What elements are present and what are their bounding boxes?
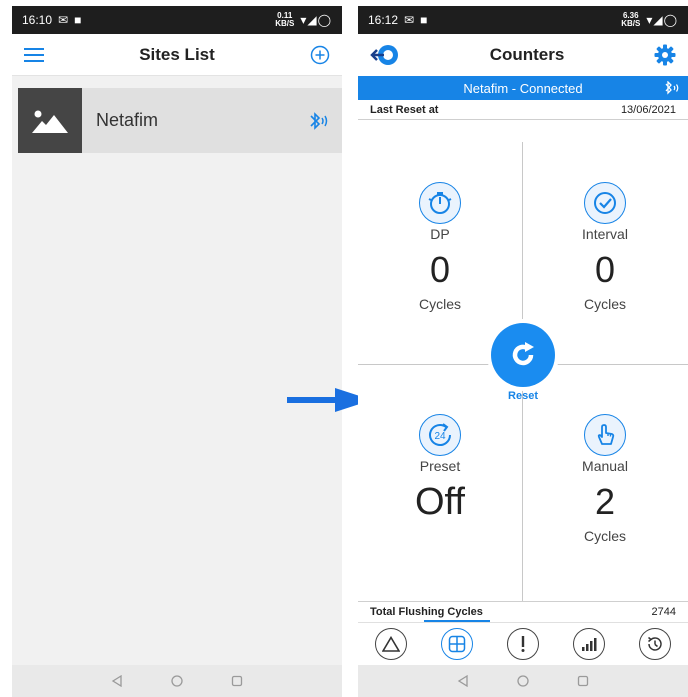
reset-button-label[interactable]: Reset — [491, 390, 555, 402]
status-bar: 16:12 ✉ ■ 6.36 KB/S ▾◢◯ — [358, 6, 688, 34]
total-flushing-row: Total Flushing Cycles 2744 — [358, 601, 688, 622]
connection-status: Netafim - Connected — [463, 80, 583, 96]
settings-gear-icon[interactable] — [654, 44, 676, 66]
warning-triangle-icon[interactable] — [375, 627, 407, 660]
dp-unit: Cycles — [418, 296, 461, 312]
preset-value: Off — [415, 481, 465, 523]
interval-unit: Cycles — [583, 296, 626, 312]
manual-value: 2 — [594, 481, 616, 522]
android-nav-bar — [358, 665, 688, 697]
add-site-icon[interactable] — [310, 45, 330, 65]
site-list-item[interactable]: Netafim — [18, 88, 342, 153]
recents-nav-icon[interactable] — [577, 675, 589, 687]
dp-label: DP — [430, 226, 450, 242]
preset-label: Preset — [419, 458, 461, 474]
disconnect-back-icon[interactable] — [370, 43, 400, 67]
manual-label: Manual — [582, 458, 628, 474]
status-bar: 16:10 ✉ ■ 0.11 KB/S ▾◢◯ — [12, 6, 342, 34]
total-flushing-label: Total Flushing Cycles — [370, 606, 483, 618]
image-icon: ■ — [74, 13, 82, 27]
dp-counter: DP 0 Cycles — [358, 182, 522, 312]
bluetooth-icon — [665, 81, 679, 95]
bluetooth-icon — [310, 111, 328, 130]
status-time: 16:10 — [22, 13, 53, 27]
signal-chart-icon[interactable] — [573, 627, 605, 660]
app-bar: Sites List — [12, 34, 342, 76]
net-speed: 6.36 KB/S — [621, 11, 641, 28]
app-bar: Counters — [358, 34, 688, 76]
last-reset-label: Last Reset at — [370, 103, 439, 116]
preset-counter: 24 Preset Off — [358, 414, 522, 522]
home-nav-icon[interactable] — [517, 675, 529, 687]
image-icon: ■ — [420, 13, 428, 27]
preset-24h-icon: 24 — [419, 414, 461, 456]
back-nav-icon[interactable] — [111, 675, 123, 687]
interval-label: Interval — [582, 226, 628, 242]
interval-counter: Interval 0 Cycles — [523, 182, 687, 312]
connection-banner: Netafim - Connected — [358, 76, 688, 100]
hand-pointer-icon — [584, 414, 626, 456]
reset-button[interactable] — [491, 323, 555, 387]
last-reset-date: 13/06/2021 — [620, 103, 676, 116]
back-nav-icon[interactable] — [457, 675, 469, 687]
wifi-signal-battery-icon: ▾◢◯ — [300, 13, 332, 27]
counters-screen: 16:12 ✉ ■ 6.36 KB/S ▾◢◯ Counters Netafim… — [358, 6, 688, 697]
mail-icon: ✉ — [58, 13, 69, 27]
sites-list-screen: 16:10 ✉ ■ 0.11 KB/S ▾◢◯ Sites List Netaf… — [12, 6, 342, 697]
timer-clock-icon — [584, 182, 626, 224]
history-icon[interactable] — [639, 627, 671, 660]
last-reset-row: Last Reset at 13/06/2021 — [358, 100, 688, 120]
bottom-tab-bar — [358, 622, 688, 664]
interval-value: 0 — [594, 249, 616, 290]
wifi-signal-battery-icon: ▾◢◯ — [646, 13, 678, 27]
hamburger-menu-icon[interactable] — [24, 47, 44, 63]
page-title: Sites List — [139, 44, 215, 64]
dp-value: 0 — [429, 249, 451, 290]
site-image-placeholder-icon — [18, 88, 82, 153]
manual-unit: Cycles — [583, 528, 626, 544]
android-nav-bar — [12, 665, 342, 697]
manual-counter: Manual 2 Cycles — [523, 414, 687, 544]
pressure-gauge-icon — [419, 182, 461, 224]
total-flushing-value: 2744 — [651, 606, 676, 618]
net-speed: 0.11 KB/S — [275, 11, 295, 28]
preset-icon-text: 24 — [434, 431, 446, 442]
alert-icon[interactable] — [507, 627, 539, 660]
page-title: Counters — [489, 45, 565, 64]
refresh-icon — [512, 342, 534, 366]
dashboard-grid-icon[interactable] — [441, 627, 473, 660]
status-time: 16:12 — [368, 13, 399, 27]
home-nav-icon[interactable] — [171, 675, 183, 687]
site-name: Netafim — [96, 110, 159, 130]
mail-icon: ✉ — [404, 13, 415, 27]
recents-nav-icon[interactable] — [231, 675, 243, 687]
